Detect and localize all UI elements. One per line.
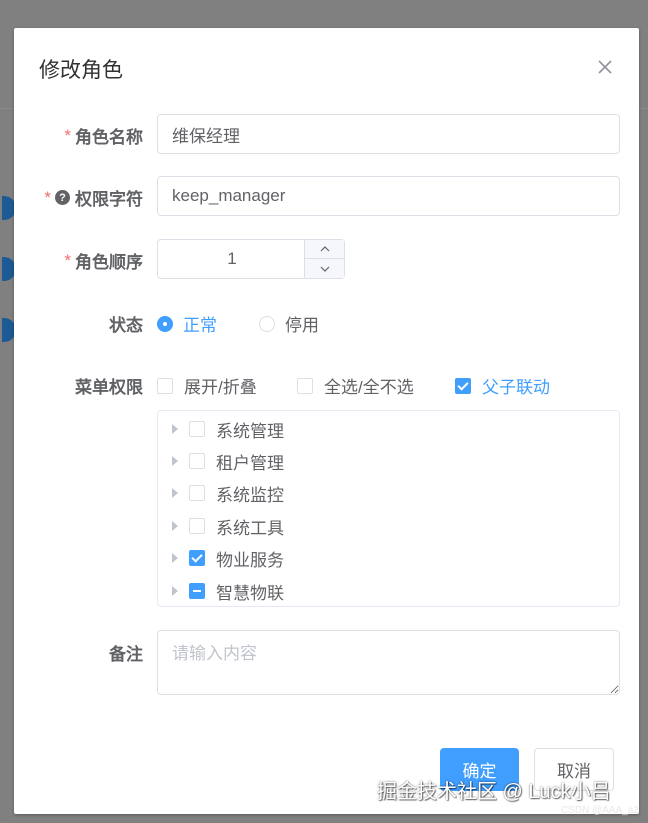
permission-key-input[interactable]	[157, 176, 620, 216]
required-mark: *	[44, 187, 51, 207]
required-mark: *	[64, 125, 71, 145]
role-name-row: * 角色名称	[14, 114, 639, 154]
tree-checkbox[interactable]	[189, 485, 205, 501]
watermark-small: CSDN @AAA_a2	[561, 805, 639, 816]
role-order-value[interactable]: 1	[158, 240, 306, 278]
checkbox-label: 父子联动	[482, 378, 550, 397]
checkbox-label: 展开/折叠	[184, 378, 257, 397]
radio-label: 正常	[183, 316, 217, 335]
role-name-label: * 角色名称	[64, 123, 143, 148]
tree-node[interactable]: 系统工具	[158, 510, 619, 542]
role-order-label: * 角色顺序	[64, 248, 143, 273]
tree-checkbox[interactable]	[189, 421, 205, 437]
caret-right-icon[interactable]	[172, 488, 178, 498]
tree-checkbox[interactable]	[189, 453, 205, 469]
tree-node[interactable]: 系统监控	[158, 477, 619, 509]
menu-tree: 系统管理 租户管理 系统监控 系统工具 物业服务 智慧物联	[157, 410, 620, 607]
watermark: 掘金技术社区 @ Luck小吕	[377, 781, 611, 803]
tree-node[interactable]: 租户管理	[158, 445, 619, 477]
status-label: 状态	[109, 316, 143, 335]
close-button[interactable]	[594, 56, 616, 78]
caret-right-icon[interactable]	[172, 456, 178, 466]
caret-right-icon[interactable]	[172, 424, 178, 434]
role-order-stepper[interactable]: 1	[157, 239, 345, 279]
tree-checkbox-checked[interactable]	[189, 550, 205, 566]
decrement-button[interactable]	[305, 259, 344, 278]
caret-right-icon[interactable]	[172, 521, 178, 531]
chevron-down-icon	[320, 266, 329, 272]
parent-child-link-checkbox[interactable]: 父子联动	[455, 373, 550, 398]
caret-right-icon[interactable]	[172, 586, 178, 596]
expand-collapse-checkbox[interactable]: 展开/折叠	[157, 373, 257, 398]
menu-permission-label: 菜单权限	[75, 378, 143, 397]
checkbox-label: 全选/全不选	[324, 378, 414, 397]
status-radio-normal[interactable]: 正常	[157, 311, 217, 336]
remark-label: 备注	[109, 645, 143, 664]
tree-node[interactable]: 物业服务	[158, 542, 619, 574]
tree-node[interactable]: 智慧物联	[158, 575, 619, 606]
tree-node-label: 物业服务	[216, 550, 284, 570]
role-order-label-text: 角色顺序	[75, 253, 143, 272]
edit-role-dialog: 修改角色 * 角色名称 * ? 权限字符 * 角色顺序 1	[14, 28, 639, 814]
remark-textarea[interactable]	[157, 630, 620, 695]
dialog-title: 修改角色	[39, 59, 123, 82]
status-radio-disabled[interactable]: 停用	[259, 311, 319, 336]
tree-node-label: 智慧物联	[216, 583, 284, 603]
radio-circle	[259, 315, 275, 332]
checkbox	[297, 377, 313, 394]
role-name-label-text: 角色名称	[75, 128, 143, 147]
tree-node[interactable]: 系统管理	[158, 413, 619, 445]
role-name-input[interactable]	[157, 114, 620, 154]
tree-checkbox-indeterminate[interactable]	[189, 583, 205, 599]
radio-circle	[157, 315, 173, 332]
radio-label: 停用	[285, 316, 319, 335]
tree-node-label: 系统管理	[216, 421, 284, 441]
chevron-up-icon	[320, 246, 329, 252]
caret-right-icon[interactable]	[172, 553, 178, 563]
stepper-buttons	[304, 240, 344, 278]
required-mark: *	[64, 250, 71, 270]
question-circle-icon[interactable]: ?	[55, 190, 70, 205]
tree-node-label: 系统监控	[216, 485, 284, 505]
role-order-row: * 角色顺序 1	[14, 239, 639, 279]
tree-checkbox[interactable]	[189, 518, 205, 534]
tree-node-label: 租户管理	[216, 453, 284, 473]
checkbox	[157, 377, 173, 394]
permission-key-label-text: 权限字符	[75, 190, 143, 209]
select-all-checkbox[interactable]: 全选/全不选	[297, 373, 414, 398]
tree-node-label: 系统工具	[216, 518, 284, 538]
increment-button[interactable]	[305, 240, 344, 259]
close-icon	[598, 60, 612, 74]
permission-key-label: * ? 权限字符	[44, 185, 143, 210]
menu-permission-row: 菜单权限 展开/折叠 全选/全不选 父子联动	[14, 370, 639, 398]
status-row: 状态 正常 停用	[14, 308, 639, 336]
checkbox-checked	[455, 377, 471, 394]
permission-key-row: * ? 权限字符	[14, 176, 639, 216]
